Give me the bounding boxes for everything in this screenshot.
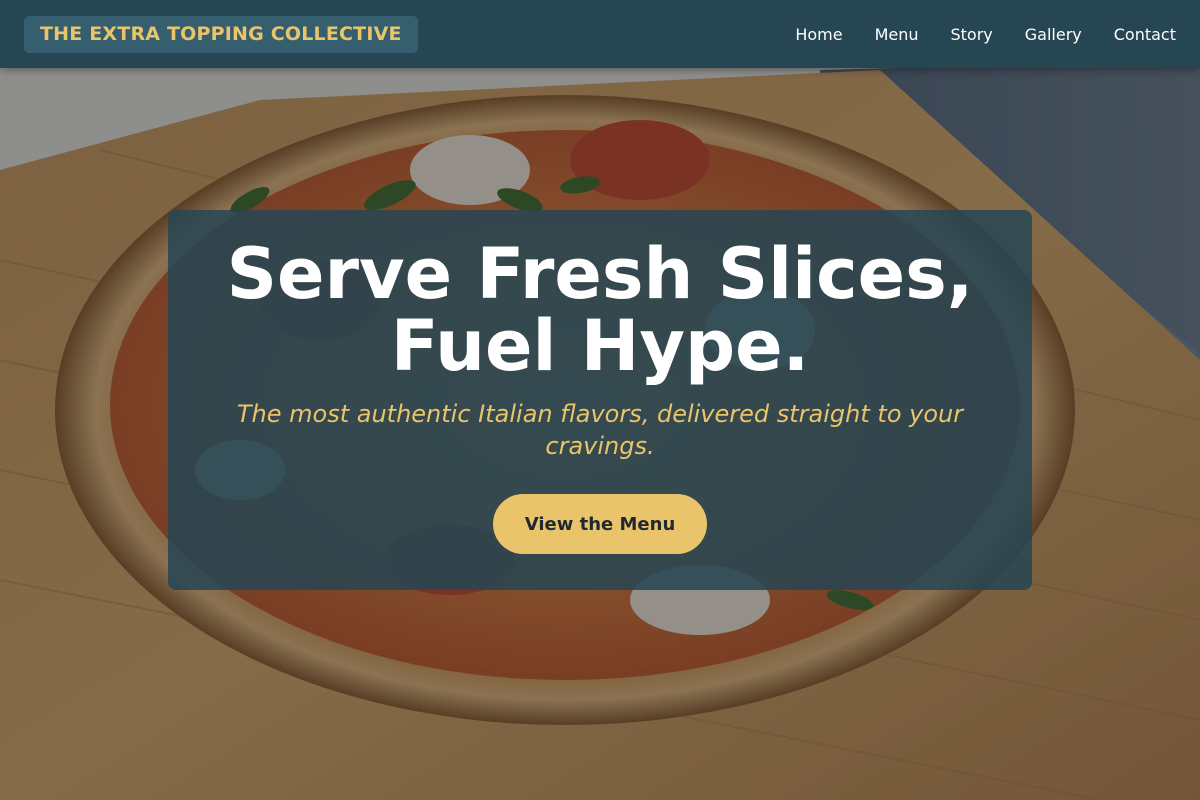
hero-card: Serve Fresh Slices, Fuel Hype. The most … bbox=[168, 210, 1032, 590]
nav-link-story[interactable]: Story bbox=[951, 25, 993, 44]
nav-link-home[interactable]: Home bbox=[795, 25, 842, 44]
hero-title: Serve Fresh Slices, Fuel Hype. bbox=[190, 238, 1010, 382]
brand-logo-text[interactable]: THE EXTRA TOPPING COLLECTIVE bbox=[24, 15, 418, 53]
top-navbar: THE EXTRA TOPPING COLLECTIVE Home Menu S… bbox=[0, 0, 1200, 68]
hero-title-line-2: Fuel Hype. bbox=[390, 305, 810, 387]
hero-subtitle: The most authentic Italian flavors, deli… bbox=[236, 400, 964, 460]
nav-links: Home Menu Story Gallery Contact bbox=[795, 25, 1176, 44]
nav-link-menu[interactable]: Menu bbox=[875, 25, 919, 44]
hero-title-line-1: Serve Fresh Slices, bbox=[226, 233, 974, 315]
nav-link-gallery[interactable]: Gallery bbox=[1025, 25, 1082, 44]
nav-link-contact[interactable]: Contact bbox=[1114, 25, 1176, 44]
view-menu-button[interactable]: View the Menu bbox=[493, 494, 707, 554]
